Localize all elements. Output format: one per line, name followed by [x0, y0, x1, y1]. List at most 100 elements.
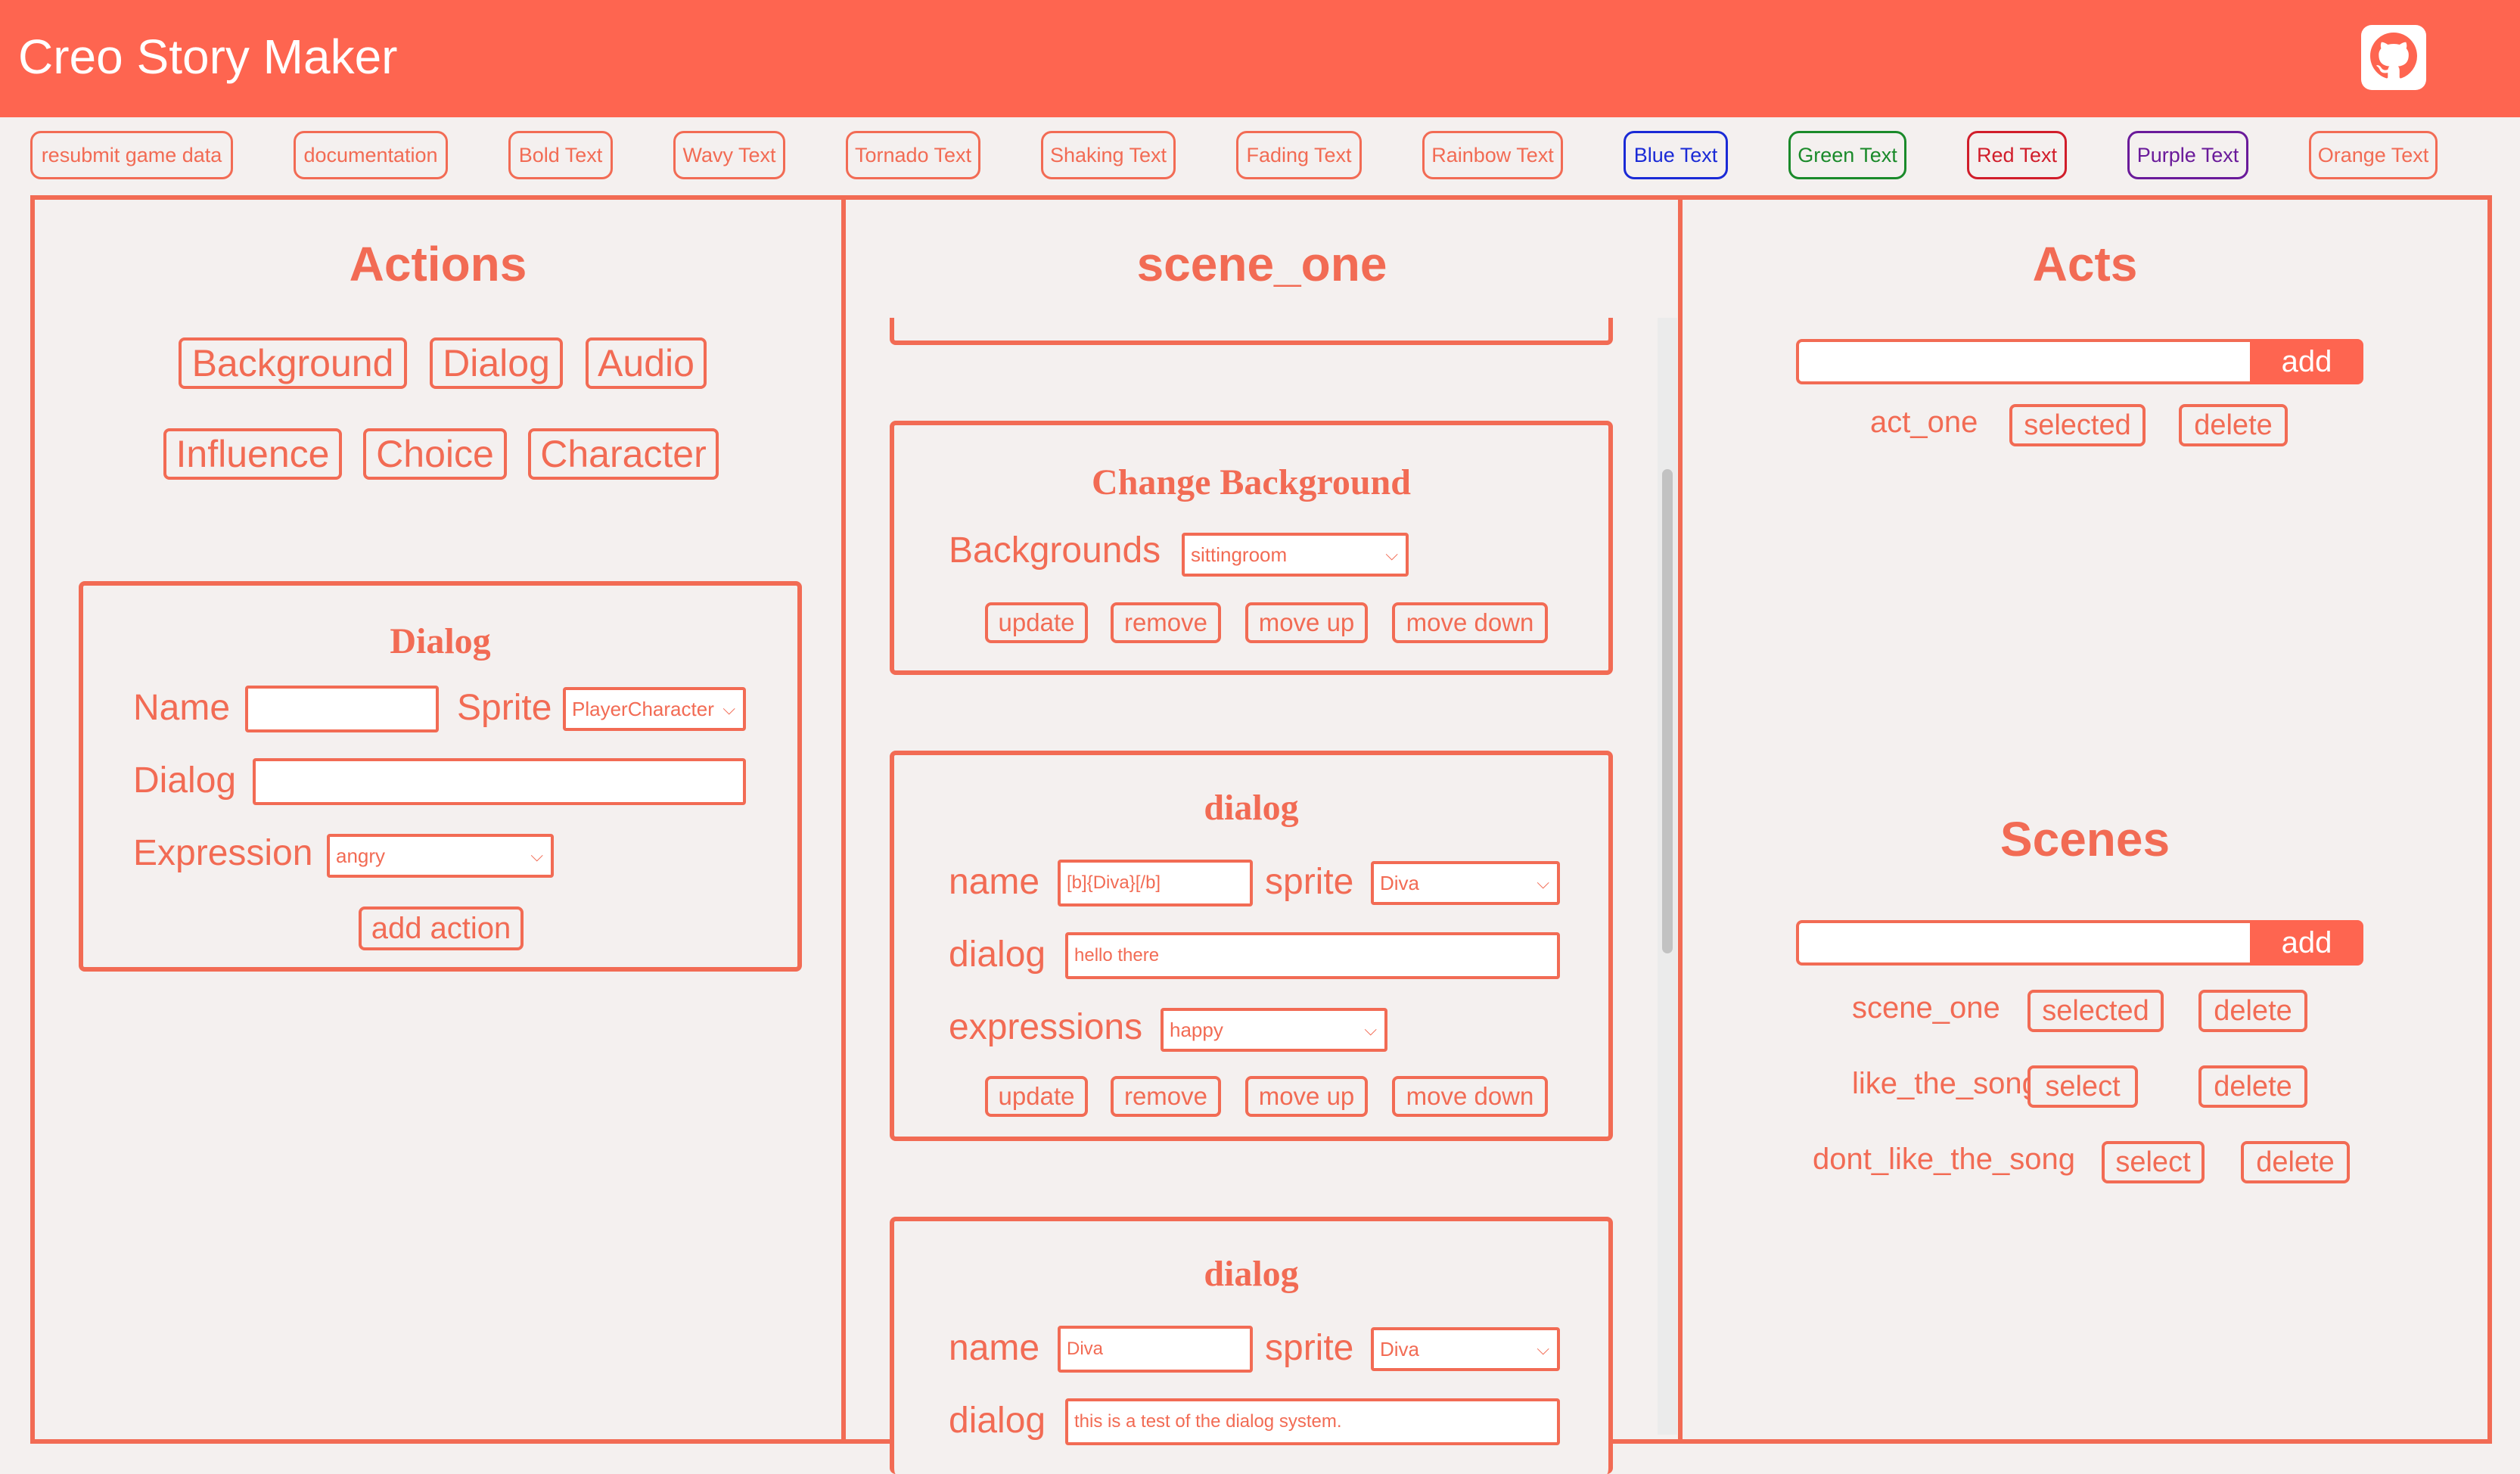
sprite-select-value: PlayerCharacter — [572, 697, 714, 720]
move-down-button[interactable]: move down — [1392, 1076, 1548, 1117]
scene-name-input[interactable] — [1796, 920, 2250, 966]
update-button[interactable]: update — [985, 1076, 1088, 1117]
chevron-down-icon: ⌵ — [1364, 1020, 1377, 1039]
fading-text-button[interactable]: Fading Text — [1236, 131, 1362, 179]
dialog-card: dialog name Diva sprite Diva ⌵ dialog th… — [890, 1217, 1613, 1474]
scene-name[interactable]: scene_one — [1852, 991, 2000, 1025]
expression-select-value: happy — [1170, 1018, 1223, 1041]
tornado-text-button[interactable]: Tornado Text — [846, 131, 980, 179]
dialog-form-title: Dialog — [390, 621, 491, 661]
act-name-input[interactable] — [1796, 339, 2250, 384]
change-background-card: Change Background Backgrounds sittingroo… — [890, 421, 1613, 675]
scrollbar-thumb[interactable] — [1662, 469, 1673, 953]
scenes-title: Scenes — [2000, 812, 2170, 866]
add-act-button[interactable]: add — [2250, 339, 2363, 384]
bold-text-button[interactable]: Bold Text — [508, 131, 613, 179]
background-select-value: sittingroom — [1191, 543, 1288, 566]
github-link-button[interactable] — [2361, 25, 2426, 90]
move-down-button[interactable]: move down — [1392, 602, 1548, 643]
expression-select[interactable]: happy ⌵ — [1161, 1008, 1387, 1052]
orange-text-button[interactable]: Orange Text — [2309, 131, 2438, 179]
dialog-card-title: dialog — [1204, 1254, 1299, 1294]
act-selected-button[interactable]: selected — [2009, 404, 2146, 446]
update-button[interactable]: update — [985, 602, 1088, 643]
remove-button[interactable]: remove — [1111, 602, 1221, 643]
app-title: Creo Story Maker — [18, 30, 398, 84]
dialog-label: dialog — [949, 934, 1046, 975]
chevron-down-icon: ⌵ — [1537, 1339, 1549, 1358]
dialog-input[interactable]: this is a test of the dialog system. — [1065, 1398, 1560, 1445]
documentation-button[interactable]: documentation — [294, 131, 448, 179]
move-up-button[interactable]: move up — [1245, 1076, 1368, 1117]
sprite-label: sprite — [1265, 862, 1354, 902]
name-label: name — [949, 1328, 1040, 1368]
dialog-card: dialog name [b]{Diva}[/b] sprite Diva ⌵ … — [890, 751, 1613, 1141]
character-action-button[interactable]: Character — [528, 428, 719, 480]
acts-title: Acts — [2032, 237, 2138, 291]
name-input[interactable]: [b]{Diva}[/b] — [1058, 860, 1253, 906]
name-label: Name — [133, 688, 231, 728]
scene-select-button[interactable]: select — [2027, 1065, 2138, 1108]
shaking-text-button[interactable]: Shaking Text — [1041, 131, 1176, 179]
dialog-label: Dialog — [133, 760, 237, 801]
sprite-select-value: Diva — [1380, 871, 1420, 894]
acts-scenes-panel: Acts add act_one selected delete Scenes … — [1678, 195, 2492, 1444]
scene-name[interactable]: dont_like_the_song — [1813, 1143, 2075, 1177]
dialog-input[interactable]: hello there — [1065, 932, 1560, 979]
scene-selected-button[interactable]: selected — [2027, 990, 2164, 1032]
scene-scrollbar[interactable] — [1658, 318, 1677, 1435]
chevron-down-icon: ⌵ — [530, 846, 543, 865]
sprite-label: sprite — [1265, 1328, 1354, 1368]
dialog-form-card: Dialog Name Sprite PlayerCharacter ⌵ Dia… — [79, 581, 802, 972]
purple-text-button[interactable]: Purple Text — [2127, 131, 2248, 179]
sprite-select[interactable]: Diva ⌵ — [1371, 1327, 1560, 1371]
expression-select-value: angry — [336, 844, 386, 867]
scene-delete-button[interactable]: delete — [2198, 1065, 2307, 1108]
red-text-button[interactable]: Red Text — [1967, 131, 2067, 179]
influence-action-button[interactable]: Influence — [163, 428, 342, 480]
scene-card-partial — [890, 318, 1613, 345]
audio-action-button[interactable]: Audio — [586, 337, 707, 389]
add-scene-button[interactable]: add — [2250, 920, 2363, 966]
scene-delete-button[interactable]: delete — [2241, 1141, 2350, 1183]
dialog-label: dialog — [949, 1401, 1046, 1441]
scene-name[interactable]: like_the_song — [1852, 1067, 2039, 1101]
move-up-button[interactable]: move up — [1245, 602, 1368, 643]
dialog-card-title: dialog — [1204, 788, 1299, 828]
name-input[interactable]: Diva — [1058, 1326, 1253, 1373]
scene-select-button[interactable]: select — [2102, 1141, 2205, 1183]
backgrounds-label: Backgrounds — [949, 530, 1161, 571]
sprite-select[interactable]: PlayerCharacter ⌵ — [563, 687, 746, 731]
change-background-title: Change Background — [1092, 462, 1411, 502]
dialog-action-button[interactable]: Dialog — [430, 337, 563, 389]
chevron-down-icon: ⌵ — [722, 699, 735, 718]
name-label: name — [949, 862, 1040, 902]
remove-button[interactable]: remove — [1111, 1076, 1221, 1117]
sprite-select-value: Diva — [1380, 1337, 1420, 1360]
sprite-label: Sprite — [457, 688, 552, 728]
github-icon — [2370, 32, 2417, 83]
background-action-button[interactable]: Background — [179, 337, 407, 389]
act-name[interactable]: act_one — [1870, 406, 1978, 440]
sprite-select[interactable]: Diva ⌵ — [1371, 861, 1560, 905]
background-select[interactable]: sittingroom ⌵ — [1182, 533, 1409, 577]
chevron-down-icon: ⌵ — [1385, 545, 1398, 564]
green-text-button[interactable]: Green Text — [1788, 131, 1906, 179]
actions-panel: Actions Background Dialog Audio Influenc… — [30, 195, 846, 1444]
actions-title: Actions — [349, 237, 527, 291]
name-input[interactable] — [245, 686, 439, 732]
expression-select[interactable]: angry ⌵ — [327, 834, 554, 878]
dialog-input[interactable] — [253, 758, 746, 805]
expressions-label: expressions — [949, 1007, 1143, 1047]
blue-text-button[interactable]: Blue Text — [1624, 131, 1728, 179]
rainbow-text-button[interactable]: Rainbow Text — [1422, 131, 1563, 179]
resubmit-game-data-button[interactable]: resubmit game data — [30, 131, 233, 179]
chevron-down-icon: ⌵ — [1537, 873, 1549, 892]
wavy-text-button[interactable]: Wavy Text — [673, 131, 785, 179]
act-delete-button[interactable]: delete — [2179, 404, 2288, 446]
expression-label: Expression — [133, 833, 313, 873]
add-action-button[interactable]: add action — [359, 906, 524, 950]
scene-title: scene_one — [1136, 237, 1387, 291]
choice-action-button[interactable]: Choice — [363, 428, 507, 480]
scene-delete-button[interactable]: delete — [2198, 990, 2307, 1032]
